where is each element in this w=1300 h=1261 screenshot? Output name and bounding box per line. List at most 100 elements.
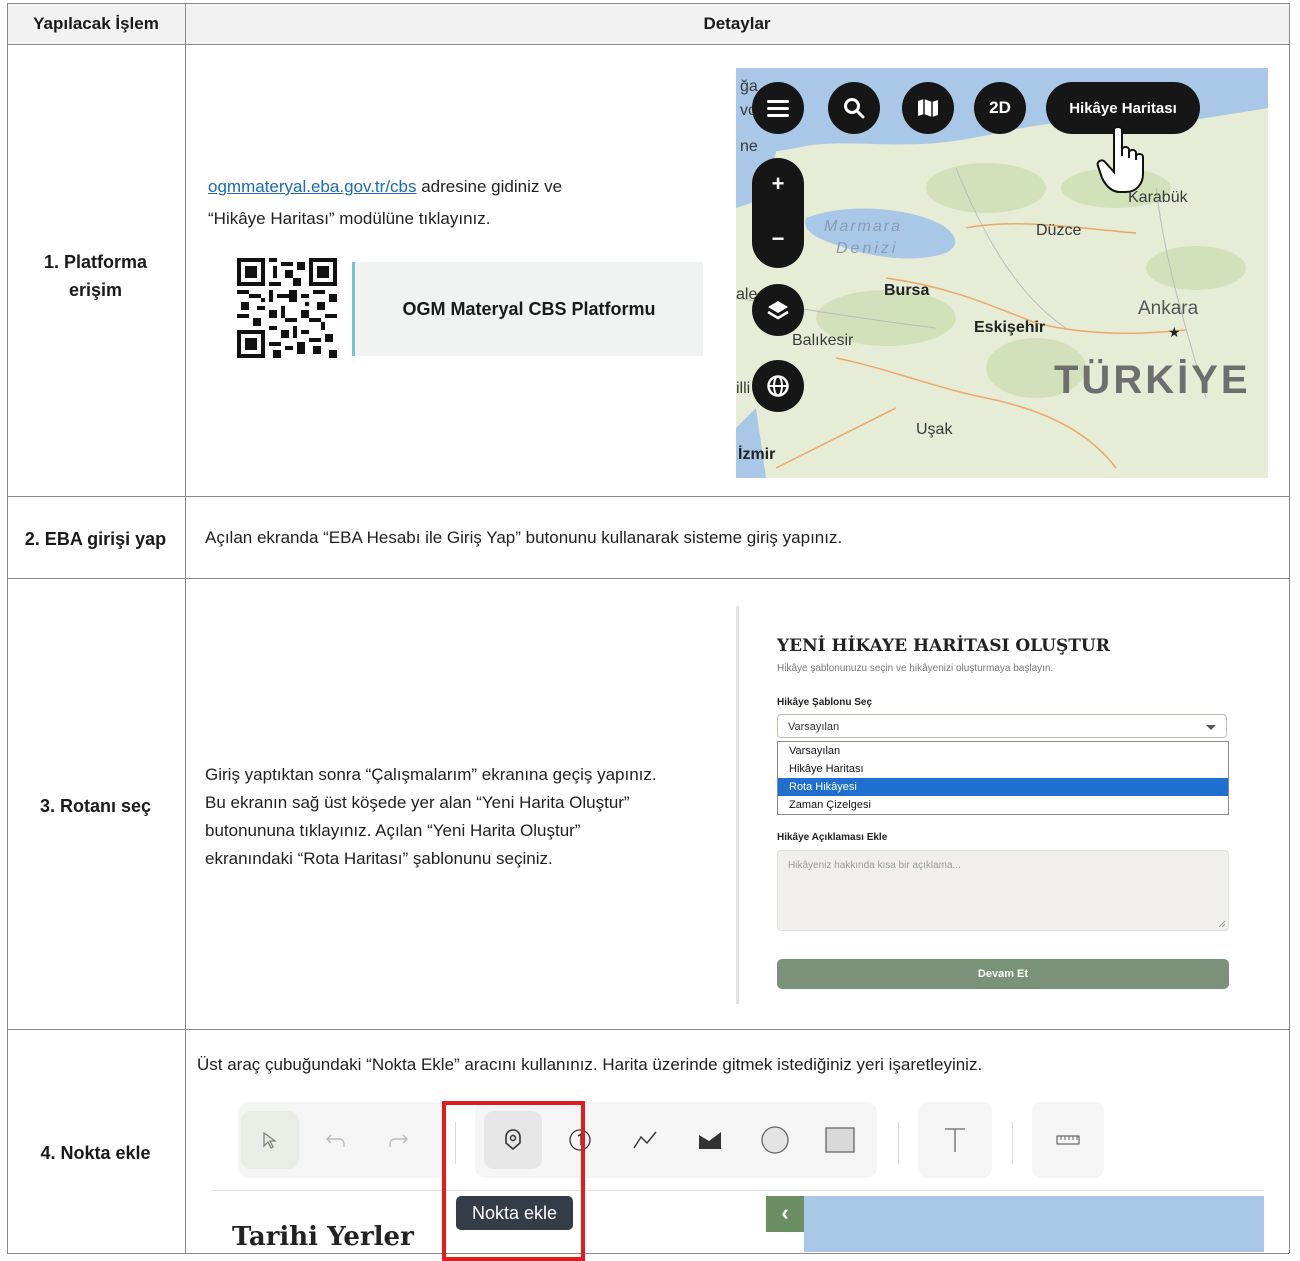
rectangle-icon (825, 1127, 855, 1153)
map-label-duzce: Düzce (1036, 222, 1082, 239)
row1-text-after-link: adresine gidiniz ve (416, 177, 563, 196)
chevron-down-icon (1206, 725, 1216, 730)
polygon-icon (699, 1132, 721, 1149)
highlight-frame (442, 1101, 585, 1261)
template-selected-value: Varsayılan (788, 721, 840, 733)
row-divider-2 (7, 578, 1289, 579)
map-label-usak: Uşak (916, 421, 953, 438)
description-textarea[interactable]: Hikâyeniz hakkında kısa bir açıklama... (777, 850, 1229, 931)
redo-icon (389, 1134, 408, 1147)
form-subtitle: Hikâye şablonunuzu seçin ve hikâyenizi o… (777, 663, 1054, 674)
collapse-panel-button[interactable]: ‹ (766, 1196, 804, 1232)
search-icon (844, 98, 865, 119)
map-label-bursa: Bursa (884, 282, 930, 299)
side-panel-title-fragment: Tarihi Yerler (232, 1222, 414, 1248)
toolbar-separator-2 (898, 1122, 899, 1164)
continue-button[interactable]: Devam Et (777, 959, 1229, 989)
resize-handle-icon (1219, 921, 1225, 927)
platform-name-box: OGM Materyal CBS Platformu (352, 262, 703, 356)
toolbar-separator-3 (1012, 1122, 1013, 1164)
row3-line3: butonununa tıklayınız. Açılan “Yeni Hari… (205, 821, 581, 840)
redo-button[interactable] (369, 1111, 427, 1169)
row-divider-1 (7, 496, 1289, 497)
menu-button[interactable] (752, 82, 804, 134)
ruler-icon (1056, 1135, 1080, 1145)
toolbar-bottom-border (211, 1190, 1264, 1191)
row1-line2: “Hikâye Haritası” modülüne tıklayınız. (208, 209, 491, 228)
capital-star-icon: ★ (1168, 324, 1181, 340)
row1-line1: ogmmateryal.eba.gov.tr/cbs adresine gidi… (208, 173, 562, 201)
row-divider-3 (7, 1029, 1289, 1030)
add-point-tooltip: Nokta ekle (456, 1196, 573, 1230)
header-col-details: Detaylar (703, 14, 771, 33)
view-mode-button[interactable]: 2D (974, 82, 1026, 134)
step-label-1: 1. Platforma erişim (7, 245, 184, 307)
table-border-right (1289, 3, 1290, 1253)
circle-tool-button[interactable] (746, 1111, 804, 1169)
map-label-eskisehir: Eskişehir (974, 319, 1046, 336)
globe-button[interactable] (752, 360, 804, 412)
map-label-turkiye: TÜRKİYE (1054, 358, 1251, 402)
platform-link[interactable]: ogmmateryal.eba.gov.tr/cbs (208, 177, 417, 196)
template-label: Hikâye Şablonu Seç (777, 697, 873, 708)
qr-code-icon (237, 258, 337, 358)
continue-button-label: Devam Et (977, 968, 1029, 980)
pointer-hand-icon (1096, 126, 1144, 193)
text-icon (945, 1128, 965, 1152)
table-header-divider (7, 44, 1289, 45)
measure-tool-button[interactable] (1039, 1111, 1097, 1169)
step-label-3: 3. Rotanı seç (39, 796, 152, 816)
description-label: Hikâye Açıklaması Ekle (777, 832, 888, 843)
template-options-list: Varsayılan Hikâye Haritası Rota Hikâyesi… (777, 741, 1229, 815)
undo-icon (326, 1134, 345, 1147)
template-option-timeline[interactable]: Zaman Çizelgesi (778, 796, 1228, 814)
row2-text: Açılan ekranda “EBA Hesabı ile Giriş Yap… (205, 528, 843, 547)
basemap-button[interactable] (902, 82, 954, 134)
undo-button[interactable] (307, 1111, 365, 1169)
header-col-step: Yapılacak İşlem (33, 14, 159, 33)
search-button[interactable] (828, 82, 880, 134)
row3-line2: Bu ekranın sağ üst köşede yer alan “Yeni… (205, 793, 630, 812)
template-select[interactable]: Varsayılan (777, 714, 1227, 738)
select-tool-button[interactable] (241, 1111, 299, 1169)
row3-line1: Giriş yaptıktan sonra “Çalışmalarım” ekr… (205, 765, 657, 784)
table-border-bottom (7, 1253, 1289, 1254)
map-label-izmir: İzmir (738, 446, 776, 463)
zoom-in-button[interactable]: + (752, 158, 804, 210)
template-option-story-map[interactable]: Hikâye Haritası (778, 760, 1228, 778)
cursor-arrow-icon (263, 1131, 277, 1149)
layers-button[interactable] (752, 284, 804, 336)
chevron-left-icon: ‹ (781, 1200, 789, 1225)
step-label-4: 4. Nokta ekle (40, 1143, 151, 1163)
polygon-tool-button[interactable] (681, 1111, 739, 1169)
form-title: YENİ HİKAYE HARİTASI OLUŞTUR (777, 636, 1110, 656)
layers-icon (767, 301, 789, 320)
globe-icon (767, 375, 789, 397)
template-option-default[interactable]: Varsayılan (778, 742, 1228, 760)
map-label-marmara: Marmara (824, 218, 903, 235)
map-label-ankara: Ankara (1138, 298, 1199, 319)
map-edge-fragment (804, 1196, 1264, 1252)
table-border-left (7, 3, 8, 1253)
circle-icon (761, 1126, 789, 1154)
text-tool-button[interactable] (926, 1111, 984, 1169)
template-option-route-story[interactable]: Rota Hikâyesi (778, 778, 1228, 796)
row4-text: Üst araç çubuğundaki “Nokta Ekle” aracın… (197, 1055, 983, 1074)
row3-line4: ekranındaki “Rota Haritası” şablonunu se… (205, 849, 553, 868)
step-label-2: 2. EBA girişi yap (24, 529, 167, 549)
menu-icon (767, 100, 789, 117)
polyline-icon (633, 1131, 657, 1149)
map-screenshot: ğa vo ne ale illi Marmara Denizi Düzce K… (736, 68, 1268, 478)
step-1-text: 1. Platforma erişim (43, 252, 148, 300)
map-label-fragment5: illi (736, 380, 751, 397)
map-label-denizi: Denizi (836, 240, 899, 257)
map-label-fragment3: ne (740, 138, 758, 155)
map-icon (918, 99, 938, 117)
rectangle-tool-button[interactable] (811, 1111, 869, 1169)
line-tool-button[interactable] (616, 1111, 674, 1169)
new-story-form-screenshot: YENİ HİKAYE HARİTASI OLUŞTUR Hikâye şabl… (736, 606, 1251, 1004)
zoom-out-button[interactable]: − (752, 210, 804, 268)
column-divider (185, 3, 186, 1253)
description-placeholder: Hikâyeniz hakkında kısa bir açıklama... (788, 860, 961, 871)
platform-name: OGM Materyal CBS Platformu (402, 298, 656, 319)
